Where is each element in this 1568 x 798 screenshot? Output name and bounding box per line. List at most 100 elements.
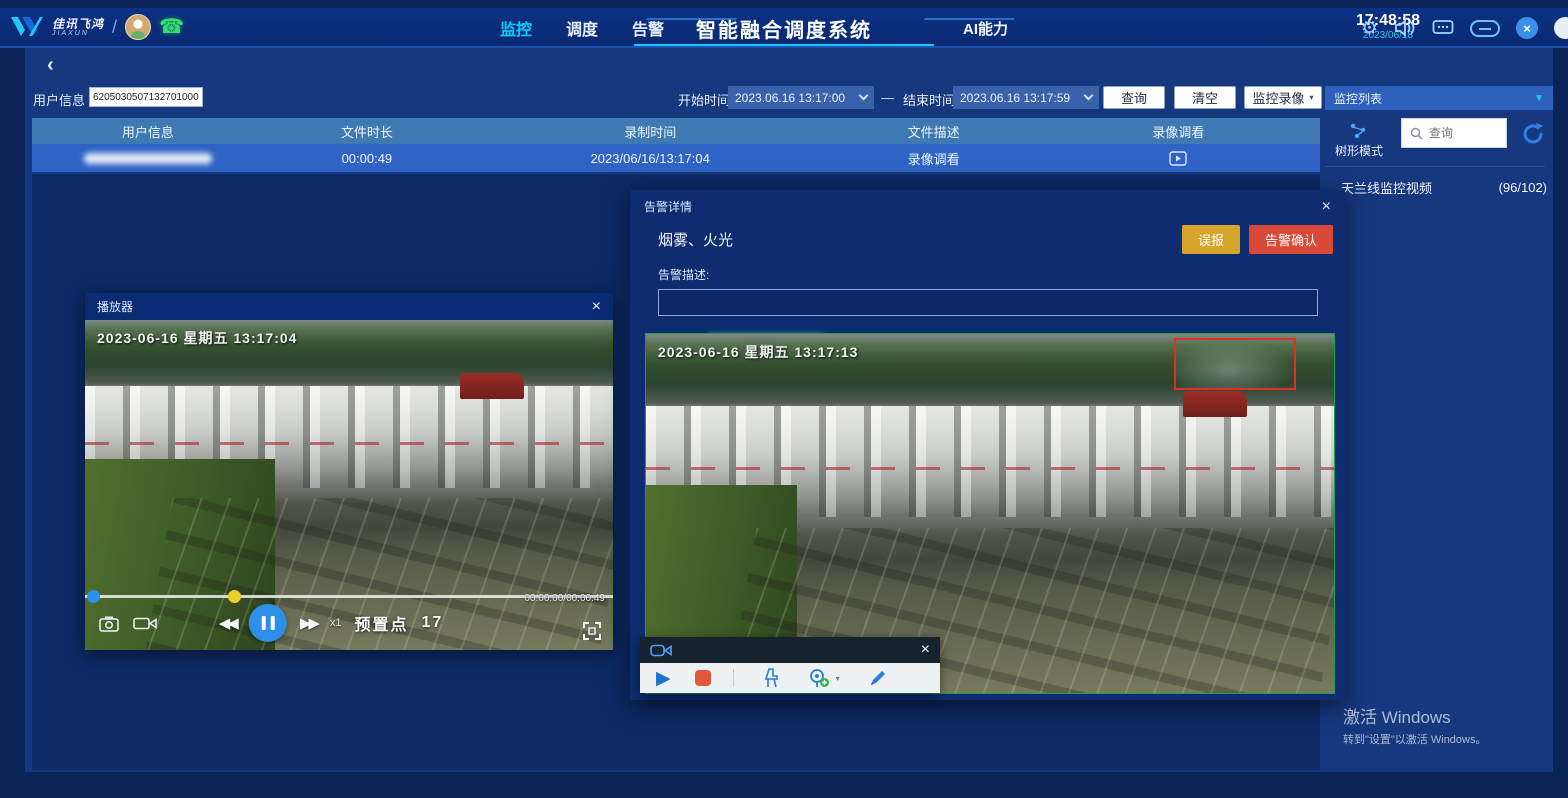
caret-down-icon: ▼ xyxy=(1534,93,1544,104)
phone-icon[interactable]: ☎ xyxy=(159,17,184,37)
redacted-user-info xyxy=(84,153,212,164)
chevron-down-icon xyxy=(1084,91,1094,101)
cell-user-info xyxy=(32,144,264,172)
add-camera-icon[interactable] xyxy=(808,668,830,688)
alarm-description-label: 告警描述: xyxy=(630,254,1345,289)
preset-point-label: 预置点 xyxy=(355,611,409,635)
alarm-type-row: 烟雾、火光 误报 告警确认 xyxy=(630,215,1345,254)
brand-area: 佳讯飞鸿 JIAXUN / ☎ xyxy=(10,14,184,40)
camera-search-input[interactable] xyxy=(1429,126,1489,140)
video-osd-timestamp: 2023-06-16 星期五 13:17:04 xyxy=(97,328,297,348)
video-tools-body: ▶ ▾ xyxy=(640,663,940,693)
col-header-description: 文件描述 xyxy=(831,118,1037,144)
rewind-icon[interactable]: ◀◀ xyxy=(219,614,236,632)
speaker-icon[interactable] xyxy=(1394,19,1416,37)
col-header-user-info: 用户信息 xyxy=(32,118,264,144)
message-icon[interactable] xyxy=(1432,19,1454,37)
record-type-select[interactable]: 监控录像 ▾ xyxy=(1244,86,1322,109)
panel-divider xyxy=(1325,166,1545,167)
locomotive xyxy=(1183,391,1247,417)
camera-group-count: (96/102) xyxy=(1499,180,1547,195)
play-button[interactable]: ▶ xyxy=(656,669,671,688)
player-title-bar: 播放器 × xyxy=(85,293,613,320)
tree-mode-label: 树形模式 xyxy=(1335,144,1383,158)
close-button[interactable]: × xyxy=(1516,17,1538,39)
video-playback-icon[interactable] xyxy=(1169,151,1187,166)
tab-dispatch[interactable]: 调度 xyxy=(566,16,598,40)
user-info-label: 用户信息 xyxy=(33,90,85,109)
cell-record-time: 2023/06/16/13:17:04 xyxy=(470,144,831,172)
user-avatar[interactable] xyxy=(125,14,151,40)
confirm-alarm-button[interactable]: 告警确认 xyxy=(1249,225,1333,254)
player-close-icon[interactable]: × xyxy=(592,299,601,315)
camera-search-box[interactable] xyxy=(1401,118,1507,148)
tree-mode-button[interactable]: 树形模式 xyxy=(1331,122,1387,159)
start-time-label: 开始时间 xyxy=(678,90,730,109)
alarm-action-buttons: 误报 告警确认 xyxy=(1182,225,1333,254)
tree-icon xyxy=(1348,122,1370,140)
record-type-value: 监控录像 xyxy=(1252,88,1304,107)
search-icon xyxy=(1410,127,1423,140)
title-underline xyxy=(634,44,934,46)
video-tools-title-bar: × xyxy=(640,637,940,663)
annotate-pencil-icon[interactable] xyxy=(868,668,888,688)
tab-ai-capability[interactable]: AI能力 xyxy=(963,8,1008,48)
camera-group-item[interactable]: 天兰线监控视频 (96/102) xyxy=(1325,178,1547,197)
snapshot-icon[interactable] xyxy=(99,615,119,632)
settings-gear-icon[interactable]: ⚙ xyxy=(1361,17,1378,40)
cell-duration: 00:00:49 xyxy=(264,144,470,172)
start-time-picker[interactable]: 2023.06.16 13:17:00 xyxy=(728,86,874,109)
camera-icon xyxy=(650,643,672,658)
cell-description: 录像调看 xyxy=(831,144,1037,172)
false-alarm-button[interactable]: 误报 xyxy=(1182,225,1240,254)
player-controls: ◀◀ ▶▶ x1 预置点 17 xyxy=(85,602,613,644)
caret-down-icon[interactable]: ▾ xyxy=(836,674,840,683)
search-button[interactable]: 查询 xyxy=(1103,86,1165,109)
watermark-line1: 激活 Windows xyxy=(1343,703,1487,728)
playback-speed: x1 xyxy=(330,617,342,629)
fullscreen-icon[interactable] xyxy=(583,622,601,640)
user-info-input[interactable] xyxy=(89,87,203,107)
end-time-value: 2023.06.16 13:17:59 xyxy=(960,91,1070,105)
chevron-down-icon xyxy=(859,91,869,101)
player-left-tools xyxy=(99,615,157,632)
refresh-icon[interactable] xyxy=(1519,120,1547,148)
stop-button[interactable] xyxy=(695,670,711,686)
minimize-button[interactable] xyxy=(1470,20,1500,37)
app-window: 佳讯飞鸿 JIAXUN / ☎ 监控 调度 告警 智能融合调度系统 AI能力 1… xyxy=(0,0,1568,798)
tab-monitor[interactable]: 监控 xyxy=(500,16,532,40)
preset-point-number: 17 xyxy=(422,614,444,632)
alarm-description-input[interactable] xyxy=(658,289,1318,316)
windows-activation-watermark: 激活 Windows 转到"设置"以激活 Windows。 xyxy=(1343,703,1487,747)
edge-toggle-button[interactable] xyxy=(1554,17,1568,39)
player-video-surface: 2023-06-16 星期五 13:17:04 xyxy=(85,320,613,650)
transport-controls: ◀◀ ▶▶ x1 预置点 17 xyxy=(219,604,444,642)
records-table: 用户信息 文件时长 录制时间 文件描述 录像调看 00:00:49 2023/0… xyxy=(32,118,1320,172)
date-range-dash: — xyxy=(881,90,894,105)
system-tray: ⚙ × xyxy=(1361,8,1568,48)
monitor-list-title: 监控列表 xyxy=(1334,90,1382,107)
alarm-type: 烟雾、火光 xyxy=(658,229,733,250)
col-header-duration: 文件时长 xyxy=(264,118,470,144)
back-button[interactable]: ‹ xyxy=(47,54,54,77)
brand-name: 佳讯飞鸿 JIAXUN xyxy=(52,18,104,37)
ptz-control-icon[interactable] xyxy=(762,668,780,688)
main-content: ‹ 用户信息 开始时间 2023.06.16 13:17:00 — 结束时间 2… xyxy=(25,48,1553,772)
table-header-row: 用户信息 文件时长 录制时间 文件描述 录像调看 xyxy=(32,118,1320,144)
record-camera-icon[interactable] xyxy=(133,615,157,632)
alarm-dialog-close-icon[interactable]: × xyxy=(1322,199,1331,215)
player-window: 播放器 × 2023-06-16 星期五 13:17:04 xyxy=(85,293,613,650)
monitor-list-header[interactable]: 监控列表 ▼ xyxy=(1325,86,1553,110)
fast-forward-icon[interactable]: ▶▶ xyxy=(300,614,317,632)
brand-name-cn: 佳讯飞鸿 xyxy=(52,18,104,30)
table-row[interactable]: 00:00:49 2023/06/16/13:17:04 录像调看 xyxy=(32,144,1320,172)
end-time-picker[interactable]: 2023.06.16 13:17:59 xyxy=(953,86,1099,109)
app-title: 智能融合调度系统 xyxy=(696,14,872,43)
top-bar: 佳讯飞鸿 JIAXUN / ☎ 监控 调度 告警 智能融合调度系统 AI能力 1… xyxy=(0,8,1568,48)
app-title-wrap: 智能融合调度系统 xyxy=(696,8,872,48)
brand-name-en: JIAXUN xyxy=(52,30,104,37)
pause-button[interactable] xyxy=(249,604,287,642)
caret-down-icon: ▾ xyxy=(1310,93,1314,102)
video-tools-close-icon[interactable]: × xyxy=(921,642,930,658)
clear-button[interactable]: 清空 xyxy=(1174,86,1236,109)
